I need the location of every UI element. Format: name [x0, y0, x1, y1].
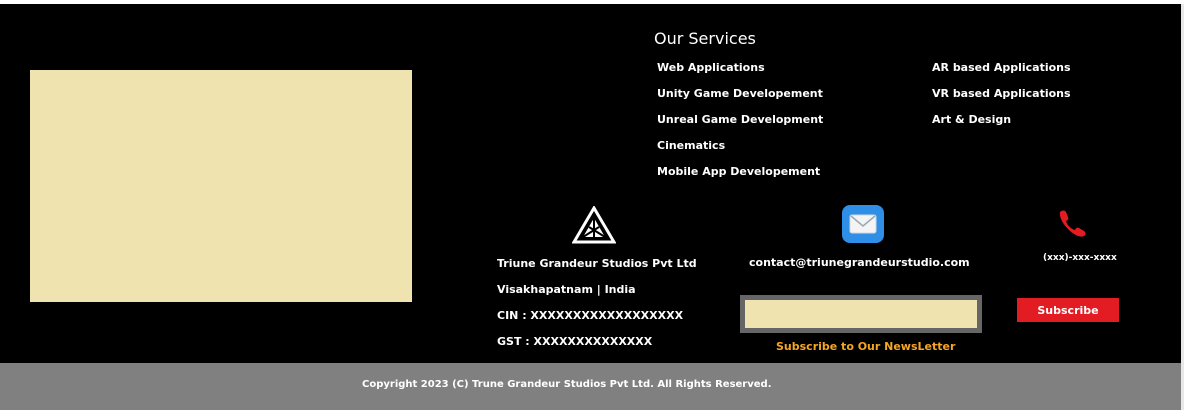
service-link-vr-applications[interactable]: VR based Applications — [932, 87, 1071, 100]
service-link-art-design[interactable]: Art & Design — [932, 113, 1011, 126]
newsletter-caption: Subscribe to Our NewsLetter — [776, 340, 956, 353]
service-link-web-applications[interactable]: Web Applications — [657, 61, 765, 74]
service-link-ar-applications[interactable]: AR based Applications — [932, 61, 1071, 74]
contact-phone: (xxx)-xxx-xxxx — [1043, 253, 1117, 263]
services-title: Our Services — [654, 29, 756, 48]
service-link-cinematics[interactable]: Cinematics — [657, 139, 725, 152]
copyright-text: Copyright 2023 (C) Trune Grandeur Studio… — [362, 379, 772, 390]
copyright-bar: Copyright 2023 (C) Trune Grandeur Studio… — [0, 363, 1181, 410]
service-link-unity-game-development[interactable]: Unity Game Developement — [657, 87, 823, 100]
subscribe-button[interactable]: Subscribe — [1017, 298, 1119, 322]
newsletter-email-input[interactable] — [740, 295, 982, 333]
mail-icon[interactable] — [842, 205, 884, 243]
company-gst: GST : XXXXXXXXXXXXXX — [497, 335, 653, 348]
phone-icon[interactable] — [1056, 208, 1090, 238]
service-link-unreal-game-development[interactable]: Unreal Game Development — [657, 113, 823, 126]
footer-image-placeholder — [30, 70, 412, 302]
company-name: Triune Grandeur Studios Pvt Ltd — [497, 257, 697, 270]
company-location: Visakhapatnam | India — [497, 283, 636, 296]
company-logo-icon — [572, 206, 616, 244]
service-link-mobile-app-development[interactable]: Mobile App Developement — [657, 165, 820, 178]
contact-email-link[interactable]: contact@triunegrandeurstudio.com — [749, 256, 970, 269]
company-cin: CIN : XXXXXXXXXXXXXXXXXX — [497, 309, 684, 322]
